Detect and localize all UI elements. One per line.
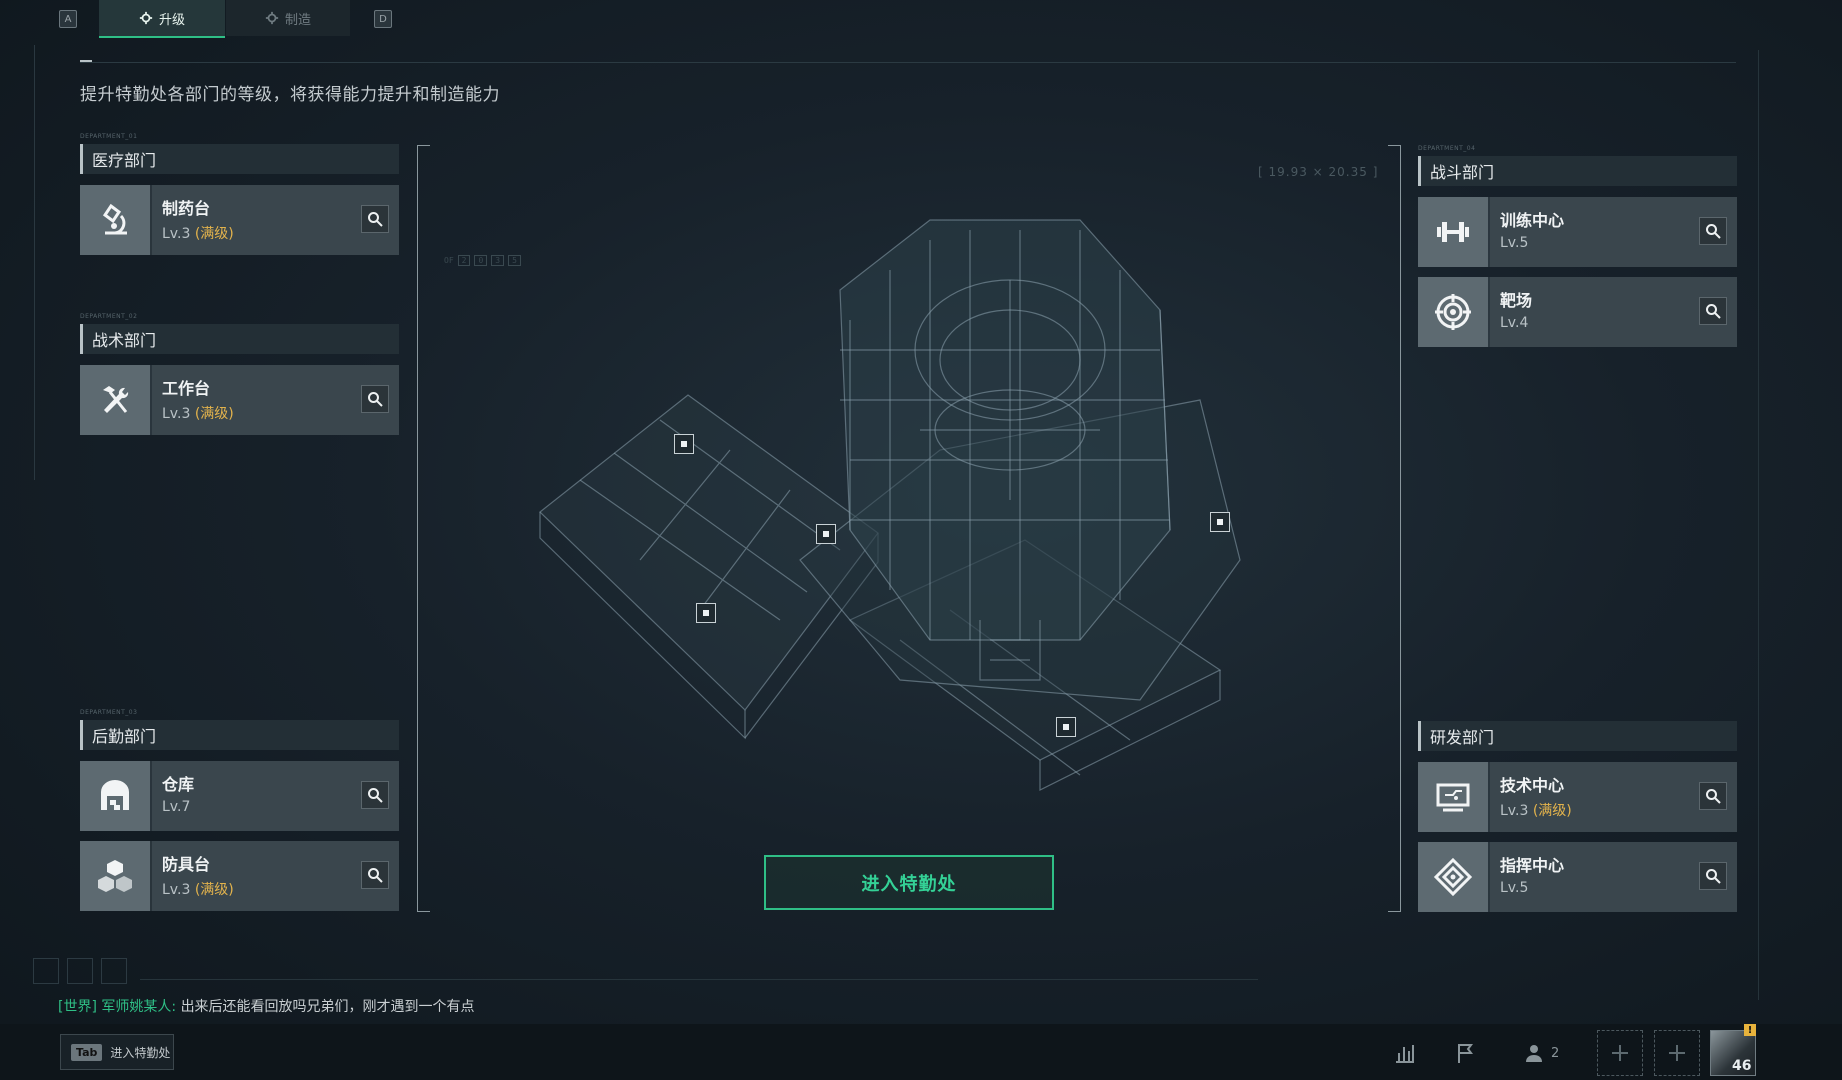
tab-upgrade[interactable]: 升级 xyxy=(99,0,225,38)
dept-header-medical: 医疗部门 xyxy=(80,144,399,174)
craft-gear-icon xyxy=(265,11,279,25)
tech-screen-icon xyxy=(1418,762,1488,832)
dept-header-research: 研发部门 xyxy=(1418,721,1737,751)
inspect-button[interactable] xyxy=(1699,862,1727,890)
facility-card-workbench[interactable]: 工作台 Lv.3 (满级) xyxy=(80,365,399,435)
facility-card-shooting-range[interactable]: 靶场 Lv.4 xyxy=(1418,277,1737,347)
tab-key: Tab xyxy=(71,1043,103,1061)
slot-box xyxy=(67,958,93,984)
chat-channel: [世界] xyxy=(58,999,97,1015)
chat-text: 出来后还能看回放吗兄弟们，刚才遇到一个有点 xyxy=(180,999,475,1015)
inspect-button[interactable] xyxy=(361,385,389,413)
dept-tag-combat: DEPARTMENT_04 xyxy=(1418,145,1476,152)
flag-icon[interactable] xyxy=(1452,1039,1480,1067)
player-level: 46 xyxy=(1732,1058,1752,1074)
top-bar: A 升级 制造 D xyxy=(0,0,1842,38)
right-edge-line xyxy=(1758,50,1759,1000)
inspect-button[interactable] xyxy=(1699,782,1727,810)
inspect-button[interactable] xyxy=(1699,217,1727,245)
dept-tag-logistics: DEPARTMENT_03 xyxy=(80,709,138,716)
add-slot-button[interactable] xyxy=(1654,1030,1700,1076)
base-wireframe-model xyxy=(539,219,1241,791)
tab-craft-label: 制造 xyxy=(284,12,311,28)
facility-card-training-center[interactable]: 训练中心 Lv.5 xyxy=(1418,197,1737,267)
armor-blocks-icon xyxy=(80,841,150,911)
facility-card-command-center[interactable]: 指挥中心 Lv.5 xyxy=(1418,842,1737,912)
maxed-badge: (满级) xyxy=(1532,803,1572,819)
warehouse-icon xyxy=(80,761,150,831)
facility-card-armor-bench[interactable]: 防具台 Lv.3 (满级) xyxy=(80,841,399,911)
slot-box xyxy=(101,958,127,984)
map-marker[interactable] xyxy=(696,603,716,623)
chat-message: [世界] 军师姚某人: 出来后还能看回放吗兄弟们，刚才遇到一个有点 xyxy=(58,996,475,1016)
tab-upgrade-label: 升级 xyxy=(158,12,185,28)
maxed-badge: (满级) xyxy=(194,226,234,242)
search-icon xyxy=(368,788,383,803)
map-marker[interactable] xyxy=(674,434,694,454)
inspect-button[interactable] xyxy=(1699,297,1727,325)
facility-card-pharmacy[interactable]: 制药台 Lv.3 (满级) xyxy=(80,185,399,255)
search-icon xyxy=(368,868,383,883)
add-slot-button[interactable] xyxy=(1597,1030,1643,1076)
slot-box xyxy=(33,958,59,984)
target-icon xyxy=(1418,277,1488,347)
key-hint-left: A xyxy=(59,10,77,28)
search-icon xyxy=(1706,869,1721,884)
notification-badge: ! xyxy=(1744,1024,1756,1036)
deco-counter: OF 2 0 3 5 xyxy=(444,255,521,266)
command-diamond-icon xyxy=(1418,842,1488,912)
center-left-bracket xyxy=(417,145,430,912)
search-icon xyxy=(1706,224,1721,239)
maxed-badge: (满级) xyxy=(194,882,234,898)
inspect-button[interactable] xyxy=(361,205,389,233)
header-divider-tick xyxy=(80,60,92,62)
dept-header-tactical: 战术部门 xyxy=(80,324,399,354)
map-marker[interactable] xyxy=(816,524,836,544)
enter-special-ops-button[interactable]: 进入特勤处 xyxy=(764,855,1054,910)
dept-header-logistics: 后勤部门 xyxy=(80,720,399,750)
tab-hint-label: 进入特勤处 xyxy=(110,1045,171,1060)
inspect-button[interactable] xyxy=(361,861,389,889)
header-divider xyxy=(80,62,1736,63)
left-edge-line xyxy=(34,45,35,480)
facility-card-warehouse[interactable]: 仓库 Lv.7 xyxy=(80,761,399,831)
tab-enter-hint[interactable]: Tab 进入特勤处 xyxy=(60,1034,174,1070)
map-marker[interactable] xyxy=(1210,512,1230,532)
bottom-bar xyxy=(0,1024,1842,1080)
search-icon xyxy=(1706,304,1721,319)
plus-icon xyxy=(1669,1045,1685,1061)
center-right-bracket xyxy=(1388,145,1401,912)
coordinate-readout: [ 19.93 × 20.35 ] xyxy=(1258,165,1379,179)
map-marker[interactable] xyxy=(1056,717,1076,737)
plus-icon xyxy=(1612,1045,1628,1061)
chat-sender: 军师姚某人: xyxy=(101,999,177,1015)
maxed-badge: (满级) xyxy=(194,406,234,422)
search-icon xyxy=(368,212,383,227)
inspect-button[interactable] xyxy=(361,781,389,809)
dumbbell-icon xyxy=(1418,197,1488,267)
page-subtitle: 提升特勤处各部门的等级，将获得能力提升和制造能力 xyxy=(80,85,500,105)
team-icon[interactable] xyxy=(1522,1039,1550,1067)
stats-icon[interactable] xyxy=(1391,1039,1419,1067)
dept-tag-medical: DEPARTMENT_01 xyxy=(80,133,138,140)
hammer-wrench-icon xyxy=(80,365,150,435)
key-hint-right: D xyxy=(374,10,392,28)
tab-craft[interactable]: 制造 xyxy=(226,0,350,36)
search-icon xyxy=(368,392,383,407)
search-icon xyxy=(1706,789,1721,804)
upgrade-gear-icon xyxy=(139,11,153,25)
microscope-icon xyxy=(80,185,150,255)
facility-card-tech-center[interactable]: 技术中心 Lv.3 (满级) xyxy=(1418,762,1737,832)
dept-tag-tactical: DEPARTMENT_02 xyxy=(80,313,138,320)
team-count: 2 xyxy=(1551,1046,1560,1061)
dept-header-combat: 战斗部门 xyxy=(1418,156,1737,186)
bottom-divider xyxy=(140,979,1258,980)
